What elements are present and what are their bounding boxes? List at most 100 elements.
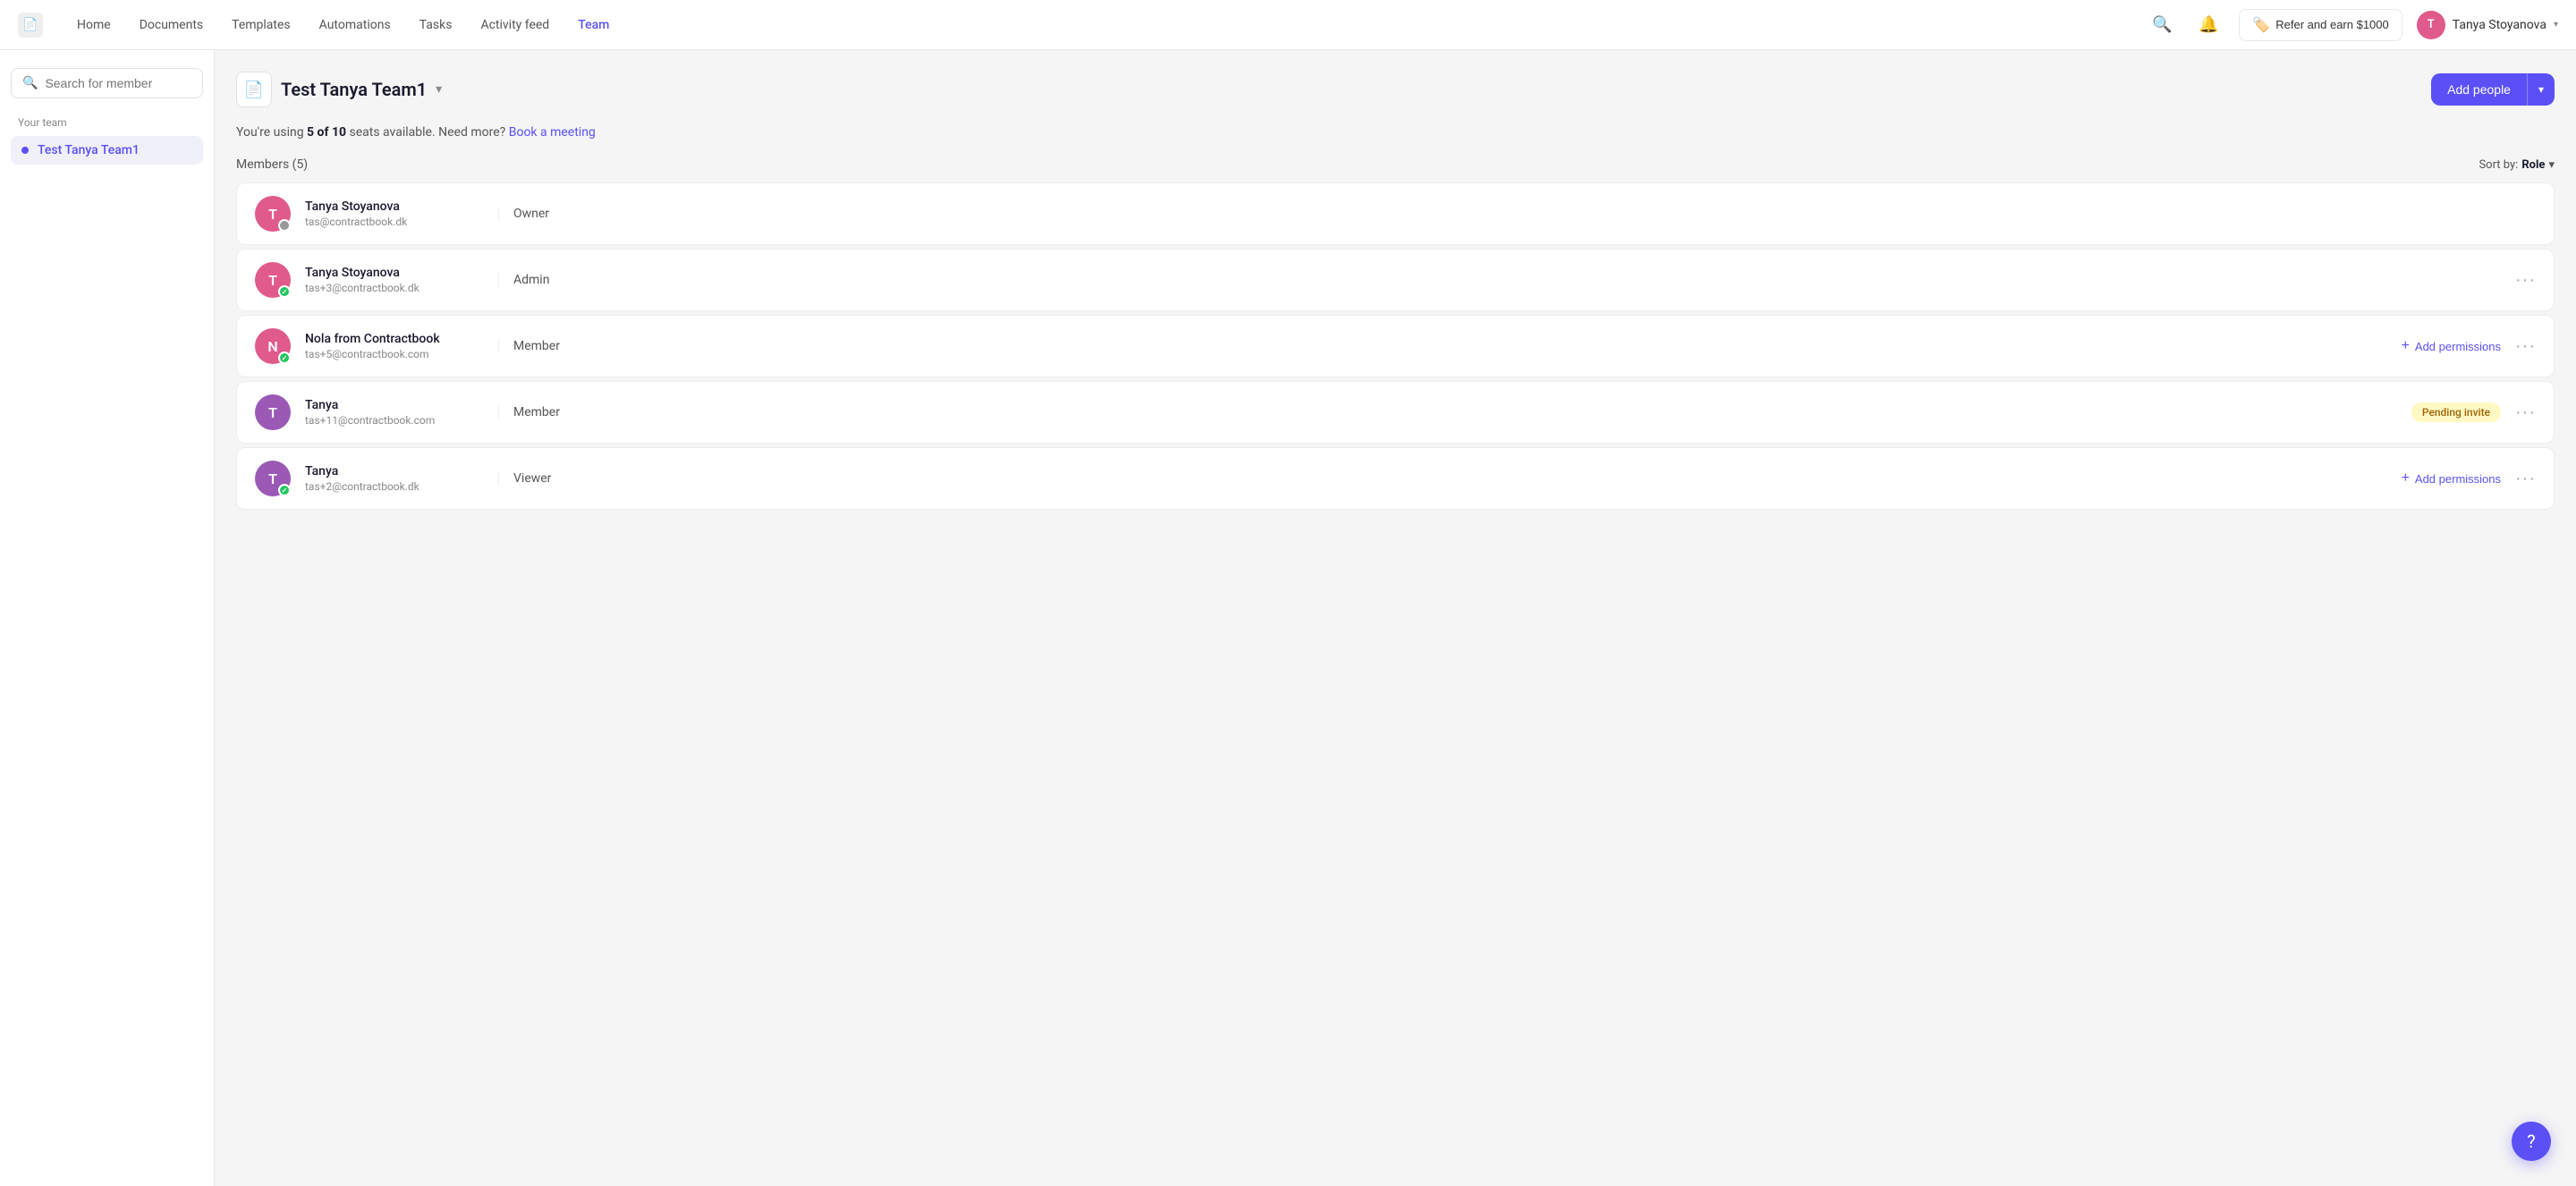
member-actions: + Add permissions ··· xyxy=(2402,469,2536,489)
more-options-button[interactable]: ··· xyxy=(2515,270,2536,291)
member-email: tas+5@contractbook.com xyxy=(305,348,484,360)
user-name: Tanya Stoyanova xyxy=(2453,18,2546,32)
active-dot-icon xyxy=(21,147,29,154)
status-badge xyxy=(278,219,291,232)
sort-by-label: Sort by: xyxy=(2479,158,2518,172)
pending-badge: Pending invite xyxy=(2411,402,2501,422)
member-info: Tanya tas+2@contractbook.dk xyxy=(305,464,484,493)
nav-templates[interactable]: Templates xyxy=(219,11,303,39)
avatar: N ✓ xyxy=(255,328,291,364)
member-name: Nola from Contractbook xyxy=(305,332,484,346)
sidebar: 🔍 Your team Test Tanya Team1 xyxy=(0,50,215,1186)
team-title: Test Tanya Team1 xyxy=(281,79,427,100)
sort-by-value: Role xyxy=(2521,158,2545,172)
search-icon: 🔍 xyxy=(22,76,38,90)
more-options-button[interactable]: ··· xyxy=(2515,336,2536,357)
user-initials: T xyxy=(2428,18,2435,31)
team-dropdown-icon[interactable]: ▾ xyxy=(436,82,442,97)
members-list: T Tanya Stoyanova tas@contractbook.dk Ow… xyxy=(236,182,2555,510)
table-row: N ✓ Nola from Contractbook tas+5@contrac… xyxy=(236,315,2555,377)
members-header: Members (5) Sort by: Role ▾ xyxy=(236,157,2555,172)
member-search-container[interactable]: 🔍 xyxy=(11,68,203,98)
search-input[interactable] xyxy=(45,76,191,90)
add-permissions-label: Add permissions xyxy=(2415,340,2501,353)
more-options-button[interactable]: ··· xyxy=(2515,469,2536,489)
sidebar-item-test-tanya-team1[interactable]: Test Tanya Team1 xyxy=(11,136,203,165)
nav-tasks[interactable]: Tasks xyxy=(407,11,465,39)
app-logo[interactable]: 📄 xyxy=(18,13,43,38)
member-actions: Pending invite ··· xyxy=(2411,402,2536,423)
sidebar-item-label: Test Tanya Team1 xyxy=(38,143,140,157)
more-options-button[interactable]: ··· xyxy=(2515,402,2536,423)
avatar: T xyxy=(255,196,291,232)
member-info: Tanya Stoyanova tas+3@contractbook.dk xyxy=(305,266,484,294)
search-button[interactable]: 🔍 xyxy=(2146,9,2178,41)
help-icon: ? xyxy=(2527,1131,2535,1152)
avatar: T xyxy=(255,394,291,430)
table-row: T Tanya tas+11@contractbook.com Member P… xyxy=(236,381,2555,444)
table-row: T ✓ Tanya tas+2@contractbook.dk Viewer +… xyxy=(236,447,2555,510)
seats-count: 5 of 10 xyxy=(307,125,346,140)
status-badge: ✓ xyxy=(278,352,291,364)
add-people-button[interactable]: Add people ▾ xyxy=(2431,73,2555,106)
member-info: Tanya tas+11@contractbook.com xyxy=(305,398,484,427)
user-avatar: T xyxy=(2417,11,2445,39)
plus-icon: + xyxy=(2402,338,2410,354)
table-row: T ✓ Tanya Stoyanova tas+3@contractbook.d… xyxy=(236,249,2555,311)
notifications-button[interactable]: 🔔 xyxy=(2192,9,2224,41)
member-role: Admin xyxy=(498,273,588,287)
nav-home[interactable]: Home xyxy=(64,11,123,39)
help-fab-button[interactable]: ? xyxy=(2512,1122,2551,1161)
seats-info: You're using 5 of 10 seats available. Ne… xyxy=(236,125,2555,140)
add-permissions-label: Add permissions xyxy=(2415,472,2501,486)
refer-button[interactable]: 🏷️ Refer and earn $1000 xyxy=(2239,9,2402,41)
user-menu-chevron-icon: ▾ xyxy=(2554,20,2558,30)
member-email: tas+11@contractbook.com xyxy=(305,414,484,427)
avatar: T ✓ xyxy=(255,461,291,496)
top-navigation: 📄 Home Documents Templates Automations T… xyxy=(0,0,2576,50)
member-info: Tanya Stoyanova tas@contractbook.dk xyxy=(305,199,484,228)
refer-label: Refer and earn $1000 xyxy=(2275,18,2388,31)
add-permissions-button[interactable]: + Add permissions xyxy=(2402,470,2501,487)
sidebar-section-label: Your team xyxy=(11,116,203,129)
member-email: tas+3@contractbook.dk xyxy=(305,282,484,294)
member-actions: + Add permissions ··· xyxy=(2402,336,2536,357)
status-badge: ✓ xyxy=(278,484,291,496)
member-role: Owner xyxy=(498,207,588,221)
member-name: Tanya Stoyanova xyxy=(305,199,484,214)
member-role: Member xyxy=(498,405,588,419)
seats-text-after: seats available. Need more? xyxy=(346,125,505,140)
add-permissions-button[interactable]: + Add permissions xyxy=(2402,338,2501,354)
member-info: Nola from Contractbook tas+5@contractboo… xyxy=(305,332,484,360)
member-name: Tanya xyxy=(305,464,484,479)
user-menu-button[interactable]: T Tanya Stoyanova ▾ xyxy=(2417,11,2558,39)
status-badge: ✓ xyxy=(278,285,291,298)
member-role: Member xyxy=(498,339,588,353)
member-name: Tanya Stoyanova xyxy=(305,266,484,280)
member-name: Tanya xyxy=(305,398,484,412)
main-header: 📄 Test Tanya Team1 ▾ Add people ▾ xyxy=(236,72,2555,107)
add-people-label: Add people xyxy=(2431,73,2527,106)
team-title-row: 📄 Test Tanya Team1 ▾ xyxy=(236,72,442,107)
nav-links: Home Documents Templates Automations Tas… xyxy=(64,11,2146,39)
table-row: T Tanya Stoyanova tas@contractbook.dk Ow… xyxy=(236,182,2555,245)
book-meeting-link[interactable]: Book a meeting xyxy=(509,125,596,140)
seats-text-before: You're using xyxy=(236,125,307,140)
team-icon: 📄 xyxy=(236,72,272,107)
nav-documents[interactable]: Documents xyxy=(127,11,216,39)
nav-activity-feed[interactable]: Activity feed xyxy=(468,11,562,39)
page-layout: 🔍 Your team Test Tanya Team1 📄 Test Tany… xyxy=(0,50,2576,1186)
members-count: Members (5) xyxy=(236,157,308,172)
plus-icon: + xyxy=(2402,470,2410,487)
avatar: T ✓ xyxy=(255,262,291,298)
member-role: Viewer xyxy=(498,471,588,486)
member-email: tas+2@contractbook.dk xyxy=(305,480,484,493)
refer-icon: 🏷️ xyxy=(2252,16,2270,34)
nav-right-section: 🔍 🔔 🏷️ Refer and earn $1000 T Tanya Stoy… xyxy=(2146,9,2558,41)
member-email: tas@contractbook.dk xyxy=(305,216,484,228)
main-content: 📄 Test Tanya Team1 ▾ Add people ▾ You're… xyxy=(215,50,2576,1186)
nav-automations[interactable]: Automations xyxy=(307,11,403,39)
logo-icon: 📄 xyxy=(22,18,38,32)
sort-by-control[interactable]: Sort by: Role ▾ xyxy=(2479,158,2555,172)
nav-team[interactable]: Team xyxy=(565,11,622,39)
